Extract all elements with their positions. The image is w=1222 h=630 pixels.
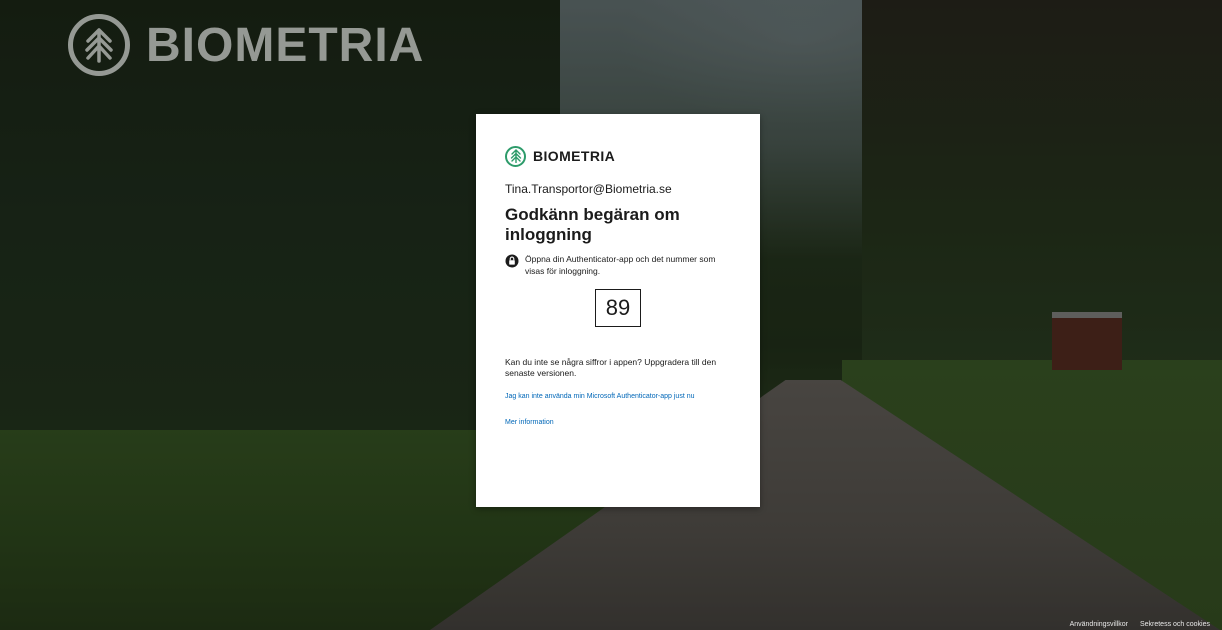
cannot-use-authenticator-link[interactable]: Jag kan inte använda min Microsoft Authe… (505, 392, 731, 402)
sign-in-card: BIOMETRIA Tina.Transportor@Biometria.se … (476, 114, 760, 507)
privacy-cookies-link[interactable]: Sekretess och cookies (1140, 621, 1210, 628)
tree-emblem-icon (68, 14, 130, 76)
page-footer: Användningsvillkor Sekretess och cookies (1070, 621, 1210, 628)
background-logo: BIOMETRIA (68, 14, 424, 76)
more-information-link[interactable]: Mer information (505, 418, 731, 428)
brand-name: BIOMETRIA (533, 148, 616, 164)
page-title: Godkänn begäran om inloggning (505, 205, 680, 244)
lock-icon (505, 254, 519, 273)
authenticator-instruction: Öppna din Authenticator-app och det numm… (505, 253, 731, 277)
background-logo-text: BIOMETRIA (146, 18, 425, 72)
card-brand: BIOMETRIA (505, 144, 731, 168)
user-identity: Tina.Transportor@Biometria.se (505, 182, 672, 196)
terms-of-use-link[interactable]: Användningsvillkor (1070, 621, 1128, 628)
upgrade-hint: Kan du inte se några siffror i appen? Up… (505, 357, 717, 378)
instruction-text: Öppna din Authenticator-app och det numm… (525, 254, 716, 276)
verification-number: 89 (595, 289, 641, 327)
tree-emblem-icon (505, 145, 526, 167)
